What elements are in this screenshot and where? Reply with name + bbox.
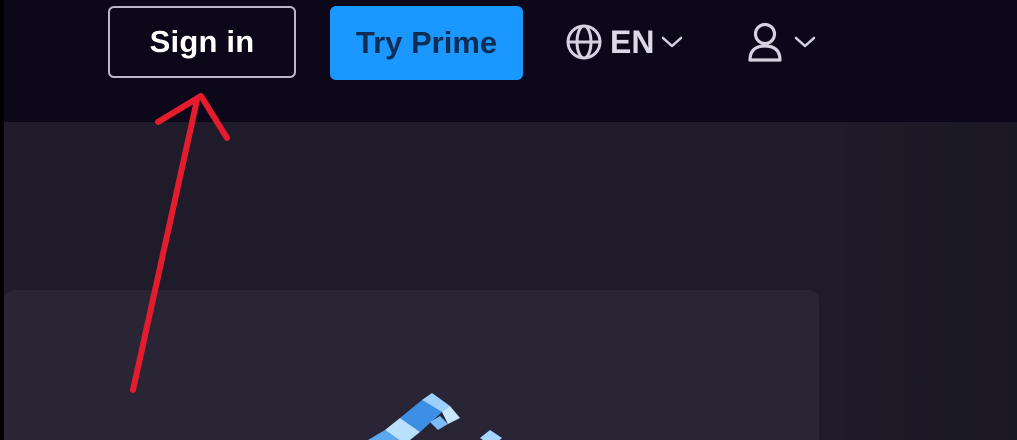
chevron-down-icon bbox=[662, 36, 683, 48]
globe-icon bbox=[566, 24, 602, 60]
page: Sign in Try Prime EN bbox=[0, 0, 1017, 440]
user-icon bbox=[748, 22, 782, 62]
sign-in-button[interactable]: Sign in bbox=[108, 6, 296, 78]
chevron-down-icon bbox=[794, 36, 816, 48]
sign-in-label: Sign in bbox=[149, 24, 255, 59]
hero-artwork bbox=[368, 393, 502, 440]
account-menu[interactable] bbox=[746, 20, 816, 64]
language-label: EN bbox=[610, 23, 655, 60]
try-prime-button[interactable]: Try Prime bbox=[330, 6, 523, 80]
language-selector[interactable]: EN bbox=[565, 20, 683, 64]
try-prime-label: Try Prime bbox=[355, 25, 498, 60]
